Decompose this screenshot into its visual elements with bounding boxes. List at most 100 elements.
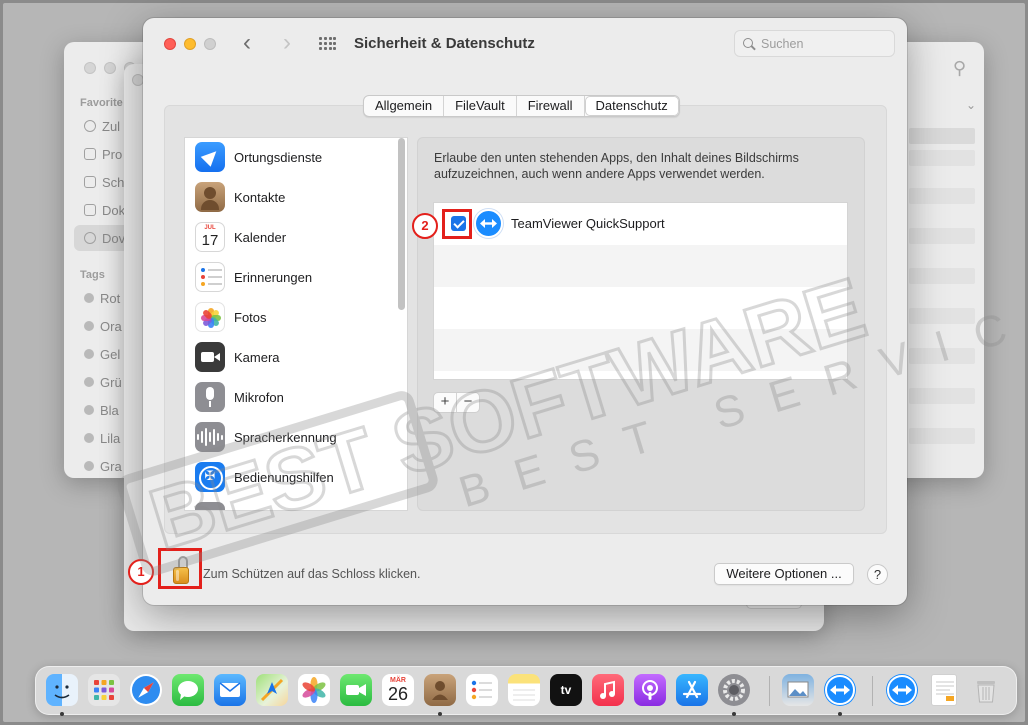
list-row: [909, 308, 975, 324]
remove-app-button[interactable]: −: [457, 393, 479, 412]
launchpad-icon[interactable]: [88, 674, 120, 706]
reminders-icon: [195, 262, 225, 292]
app-row-empty: [434, 245, 847, 287]
screen-recording-description: Erlaube den unten stehenden Apps, den In…: [434, 151, 799, 181]
add-app-button[interactable]: +: [434, 393, 457, 412]
app-name: TeamViewer QuickSupport: [511, 216, 665, 231]
camera-icon: [195, 342, 225, 372]
podcasts-icon[interactable]: [634, 674, 666, 706]
finder-favorites-heading: Favorite: [80, 97, 123, 109]
document-icon[interactable]: [931, 674, 957, 706]
system-preferences-icon[interactable]: [718, 674, 750, 706]
finder-sidebar: Favorite Zul Pro Sch Dok Dov Tags Rot Or…: [64, 92, 134, 478]
safari-icon[interactable]: [130, 674, 162, 706]
category-label: Bedienungshilfen: [234, 469, 334, 485]
dock-separator: [769, 676, 770, 706]
category-item-kalender[interactable]: JUL 17 Kalender: [195, 219, 395, 255]
chevron-left-icon[interactable]: ‹: [243, 31, 251, 55]
list-row: [909, 150, 975, 166]
lock-hint-text: Zum Schützen auf das Schloss klicken.: [203, 567, 421, 581]
tag-dot-icon: [84, 321, 94, 331]
reminders-icon[interactable]: [466, 674, 498, 706]
category-icon: [195, 502, 225, 510]
dock: MÄR 26 tv: [35, 666, 1017, 716]
photos-icon[interactable]: [298, 674, 330, 706]
search-input[interactable]: [761, 36, 881, 51]
dock-calendar-day: 26: [387, 684, 409, 704]
list-row: [909, 268, 975, 284]
category-label: Kontakte: [234, 189, 286, 205]
app-store-icon[interactable]: [676, 674, 708, 706]
search-field[interactable]: [734, 30, 895, 57]
tab-filevault[interactable]: FileVault: [444, 96, 517, 116]
contacts-icon: [195, 182, 225, 212]
accessibility-icon: [195, 462, 225, 492]
calendar-icon: JUL 17: [195, 222, 225, 252]
tag-dot-icon: [84, 377, 94, 387]
category-item-partial[interactable]: [195, 499, 395, 510]
category-item-spracherkennung[interactable]: Spracherkennung: [195, 419, 395, 455]
chevron-down-icon[interactable]: ⌄: [966, 98, 976, 112]
category-item-ortungsdienste[interactable]: Ortungsdienste: [195, 139, 395, 175]
app-row-empty: [434, 287, 847, 329]
apple-tv-icon[interactable]: tv: [550, 674, 582, 706]
category-label: Mikrofon: [234, 389, 284, 405]
music-icon[interactable]: [592, 674, 624, 706]
annotation-marker-2: 2: [412, 213, 438, 239]
category-item-erinnerungen[interactable]: Erinnerungen: [195, 259, 395, 295]
dock-separator: [872, 676, 873, 706]
tab-allgemein[interactable]: Allgemein: [364, 96, 445, 116]
close-button[interactable]: [164, 38, 176, 50]
search-icon[interactable]: ⚲: [953, 58, 966, 79]
facetime-icon[interactable]: [340, 674, 372, 706]
unlocked-padlock-icon[interactable]: [173, 556, 189, 584]
microphone-icon: [195, 382, 225, 412]
tag-dot-icon: [84, 461, 94, 471]
category-item-kamera[interactable]: Kamera: [195, 339, 395, 375]
tab-datenschutz[interactable]: Datenschutz: [584, 96, 679, 116]
category-label: Kamera: [234, 349, 280, 365]
category-item-mikrofon[interactable]: Mikrofon: [195, 379, 395, 415]
tab-firewall[interactable]: Firewall: [517, 96, 585, 116]
list-row: [909, 428, 975, 444]
category-item-kontakte[interactable]: Kontakte: [195, 179, 395, 215]
contacts-icon[interactable]: [424, 674, 456, 706]
privacy-category-list[interactable]: Ortungsdienste Kontakte JUL 17 Kalender …: [184, 137, 408, 511]
list-scrollbar-thumb[interactable]: [398, 138, 405, 310]
maps-icon[interactable]: [256, 674, 288, 706]
more-options-button[interactable]: Weitere Optionen ...: [714, 563, 854, 585]
desktop-icon: [84, 176, 96, 188]
app-permission-list[interactable]: TeamViewer QuickSupport: [433, 202, 848, 380]
category-item-fotos[interactable]: Fotos: [195, 299, 395, 335]
messages-icon[interactable]: [172, 674, 204, 706]
lock-highlight[interactable]: [158, 548, 202, 589]
teamviewer-icon[interactable]: [824, 674, 856, 706]
calendar-icon[interactable]: MÄR 26: [382, 674, 414, 706]
trash-icon[interactable]: [970, 674, 1002, 706]
preview-icon[interactable]: [782, 674, 814, 706]
apps-icon: [84, 148, 96, 160]
list-row: [909, 128, 975, 144]
location-arrow-icon: [195, 142, 225, 172]
list-row: [909, 228, 975, 244]
category-item-bedienungshilfen[interactable]: Bedienungshilfen: [195, 459, 395, 495]
app-row-teamviewer[interactable]: TeamViewer QuickSupport: [434, 203, 847, 245]
chevron-right-icon[interactable]: ›: [283, 31, 291, 55]
search-icon: [743, 37, 755, 50]
checkbox-highlight: [442, 209, 472, 239]
tag-dot-icon: [84, 349, 94, 359]
tag-dot-icon: [84, 293, 94, 303]
app-row-empty: [434, 329, 847, 371]
show-all-grid-icon[interactable]: [319, 37, 337, 51]
notes-icon[interactable]: [508, 674, 540, 706]
help-button[interactable]: ?: [867, 564, 888, 585]
minimize-button[interactable]: [184, 38, 196, 50]
finder-icon[interactable]: [46, 674, 78, 706]
tab-bar: Allgemein FileVault Firewall Datenschutz: [363, 95, 680, 117]
apple-tv-label: tv: [560, 683, 572, 697]
zoom-button[interactable]: [204, 38, 216, 50]
teamviewer-icon[interactable]: [886, 674, 918, 706]
mail-icon[interactable]: [214, 674, 246, 706]
list-row: [909, 348, 975, 364]
clock-icon: [84, 120, 96, 132]
